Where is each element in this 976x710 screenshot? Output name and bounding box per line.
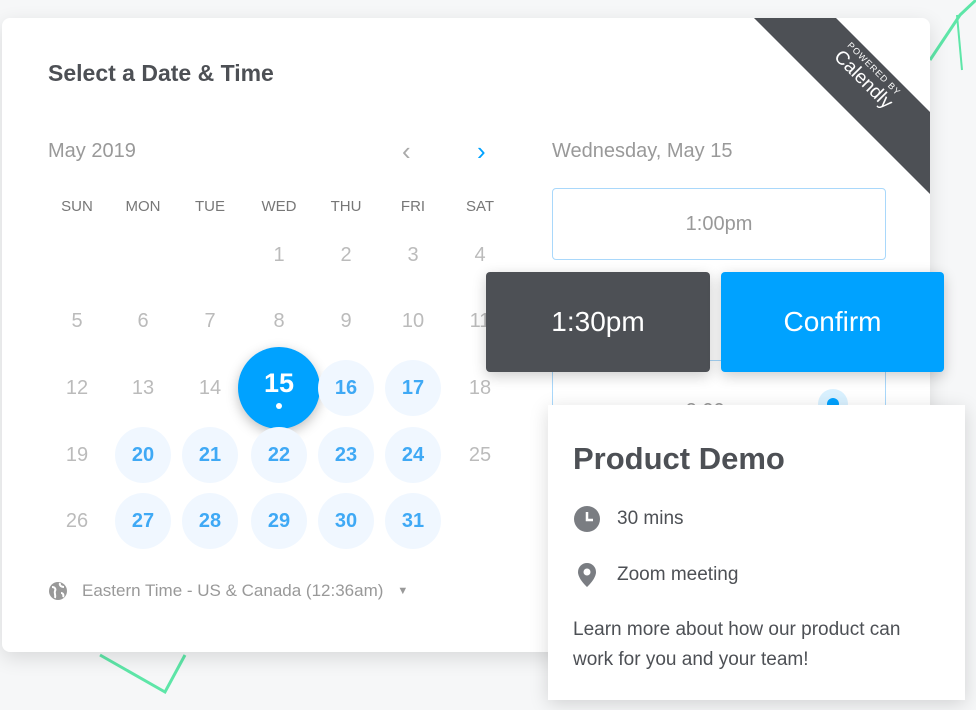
calendar-day: 2 [318,227,374,283]
day-number: 22 [267,443,291,466]
month-label: May 2019 [48,140,136,162]
day-number: 25 [468,443,492,466]
calendar-day: 13 [115,360,171,416]
day-number: 20 [131,443,155,466]
event-duration: 30 mins [617,508,684,529]
day-number: 15 [263,367,295,398]
day-number: 10 [401,309,425,332]
calendar-day: 12 [49,360,105,416]
weekday-header: SUN [61,198,93,215]
calendar-day[interactable]: 28 [182,493,238,549]
powered-by-text: POWERED BY [845,40,903,98]
weekday-header: WED [261,198,297,215]
weekday-header: THU [330,198,362,215]
time-slot-1[interactable]: 1:00pm [552,188,886,260]
day-number: 7 [204,309,216,332]
day-number: 8 [273,309,285,332]
calendar-day[interactable]: 17 [385,360,441,416]
day-number: 18 [468,376,492,399]
calendar-day[interactable]: 27 [115,493,171,549]
calendar-day: 10 [385,293,441,349]
calendar-day[interactable]: 29 [251,493,307,549]
calendar-day: 26 [49,493,105,549]
day-number: 27 [131,509,155,532]
day-number: 19 [65,443,89,466]
day-number: 6 [137,309,149,332]
calendar-day[interactable]: 22 [251,427,307,483]
selected-time-button[interactable]: 1:30pm [486,272,710,372]
day-number: 31 [401,509,425,532]
calendar-day[interactable]: 31 [385,493,441,549]
today-dot [276,402,282,409]
selected-day[interactable]: 15 [238,347,320,429]
calendar-day: 7 [182,293,238,349]
weekday-header: SAT [465,198,495,215]
day-number: 28 [198,509,222,532]
calendar-day: 25 [452,427,508,483]
weekday-header: MON [125,198,161,215]
chevron-left-icon[interactable]: ‹ [402,136,411,167]
event-details-card: Product Demo 30 mins Zoom meeting Learn … [548,405,965,700]
calendar-day[interactable]: 30 [318,493,374,549]
day-number: 16 [334,376,358,399]
timezone-selector[interactable]: Eastern Time - US & Canada (12:36am) ▼ [48,581,408,601]
day-number: 29 [267,509,291,532]
day-number: 14 [198,376,222,399]
calendar-day[interactable]: 21 [182,427,238,483]
caret-down-icon: ▼ [397,585,409,597]
powered-by-calendly-badge[interactable]: POWERED BY Calendly [733,18,930,210]
event-title: Product Demo [573,441,785,476]
weekday-header: TUE [195,198,225,215]
day-number: 17 [401,376,425,399]
timezone-label: Eastern Time - US & Canada (12:36am) [82,581,384,600]
weekday-header: FRI [400,198,426,215]
globe-icon [49,582,67,600]
calendar-day: 9 [318,293,374,349]
brand-name: Calendly [829,46,897,114]
chevron-right-icon[interactable]: › [477,136,486,167]
day-number: 4 [474,243,486,266]
day-number: 21 [198,443,222,466]
day-number: 2 [340,243,352,266]
calendar-day: 6 [115,293,171,349]
day-number: 12 [65,376,89,399]
day-number: 9 [340,309,352,332]
calendar-day[interactable]: 20 [115,427,171,483]
calendar-day: 14 [182,360,238,416]
calendar-day: 8 [251,293,307,349]
day-number: 23 [334,443,358,466]
day-number: 26 [65,509,89,532]
event-description: Learn more about how our product can wor… [573,619,901,670]
calendar-day: 5 [49,293,105,349]
calendar-day: 3 [385,227,441,283]
calendar-day[interactable]: 24 [385,427,441,483]
day-number: 3 [407,243,419,266]
calendar-day: 19 [49,427,105,483]
confirm-button[interactable]: Confirm [721,272,944,372]
day-number: 24 [401,443,425,466]
day-number: 1 [273,243,285,266]
calendar-day: 1 [251,227,307,283]
calendar-day[interactable]: 23 [318,427,374,483]
clock-icon [574,506,600,532]
day-number: 13 [131,376,155,399]
location-pin-icon [578,563,596,587]
calendar-day[interactable]: 16 [318,360,374,416]
selected-date-header: Wednesday, May 15 [552,140,733,162]
page-title: Select a Date & Time [48,60,274,86]
day-number: 30 [334,509,358,532]
day-number: 5 [71,309,83,332]
event-location: Zoom meeting [617,564,739,585]
